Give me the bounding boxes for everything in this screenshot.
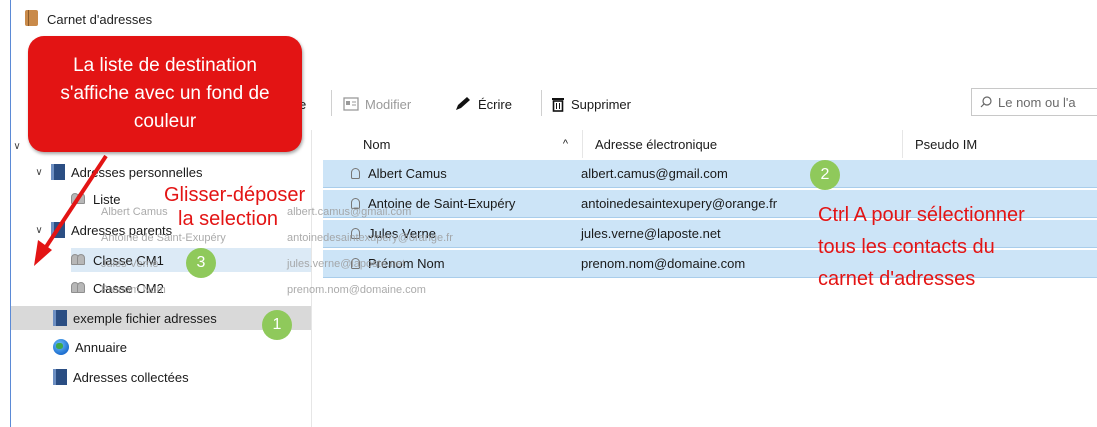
ctrl-a-annotation: carnet d'adresses xyxy=(818,268,976,290)
ctrl-a-annotation: tous les contacts du xyxy=(818,236,995,258)
step-badge: 2 xyxy=(810,160,840,190)
callout-bubble: La liste de destination s'affiche avec u… xyxy=(28,36,302,152)
drag-drop-annotation: Glisser-déposer xyxy=(164,184,306,206)
callout-text: La liste de destination s'affiche avec u… xyxy=(60,55,270,132)
step-badge: 3 xyxy=(186,248,216,278)
drag-drop-annotation: la selection xyxy=(178,208,279,230)
ctrl-a-annotation: Ctrl A pour sélectionner xyxy=(818,204,1025,226)
step-badge: 1 xyxy=(262,310,292,340)
